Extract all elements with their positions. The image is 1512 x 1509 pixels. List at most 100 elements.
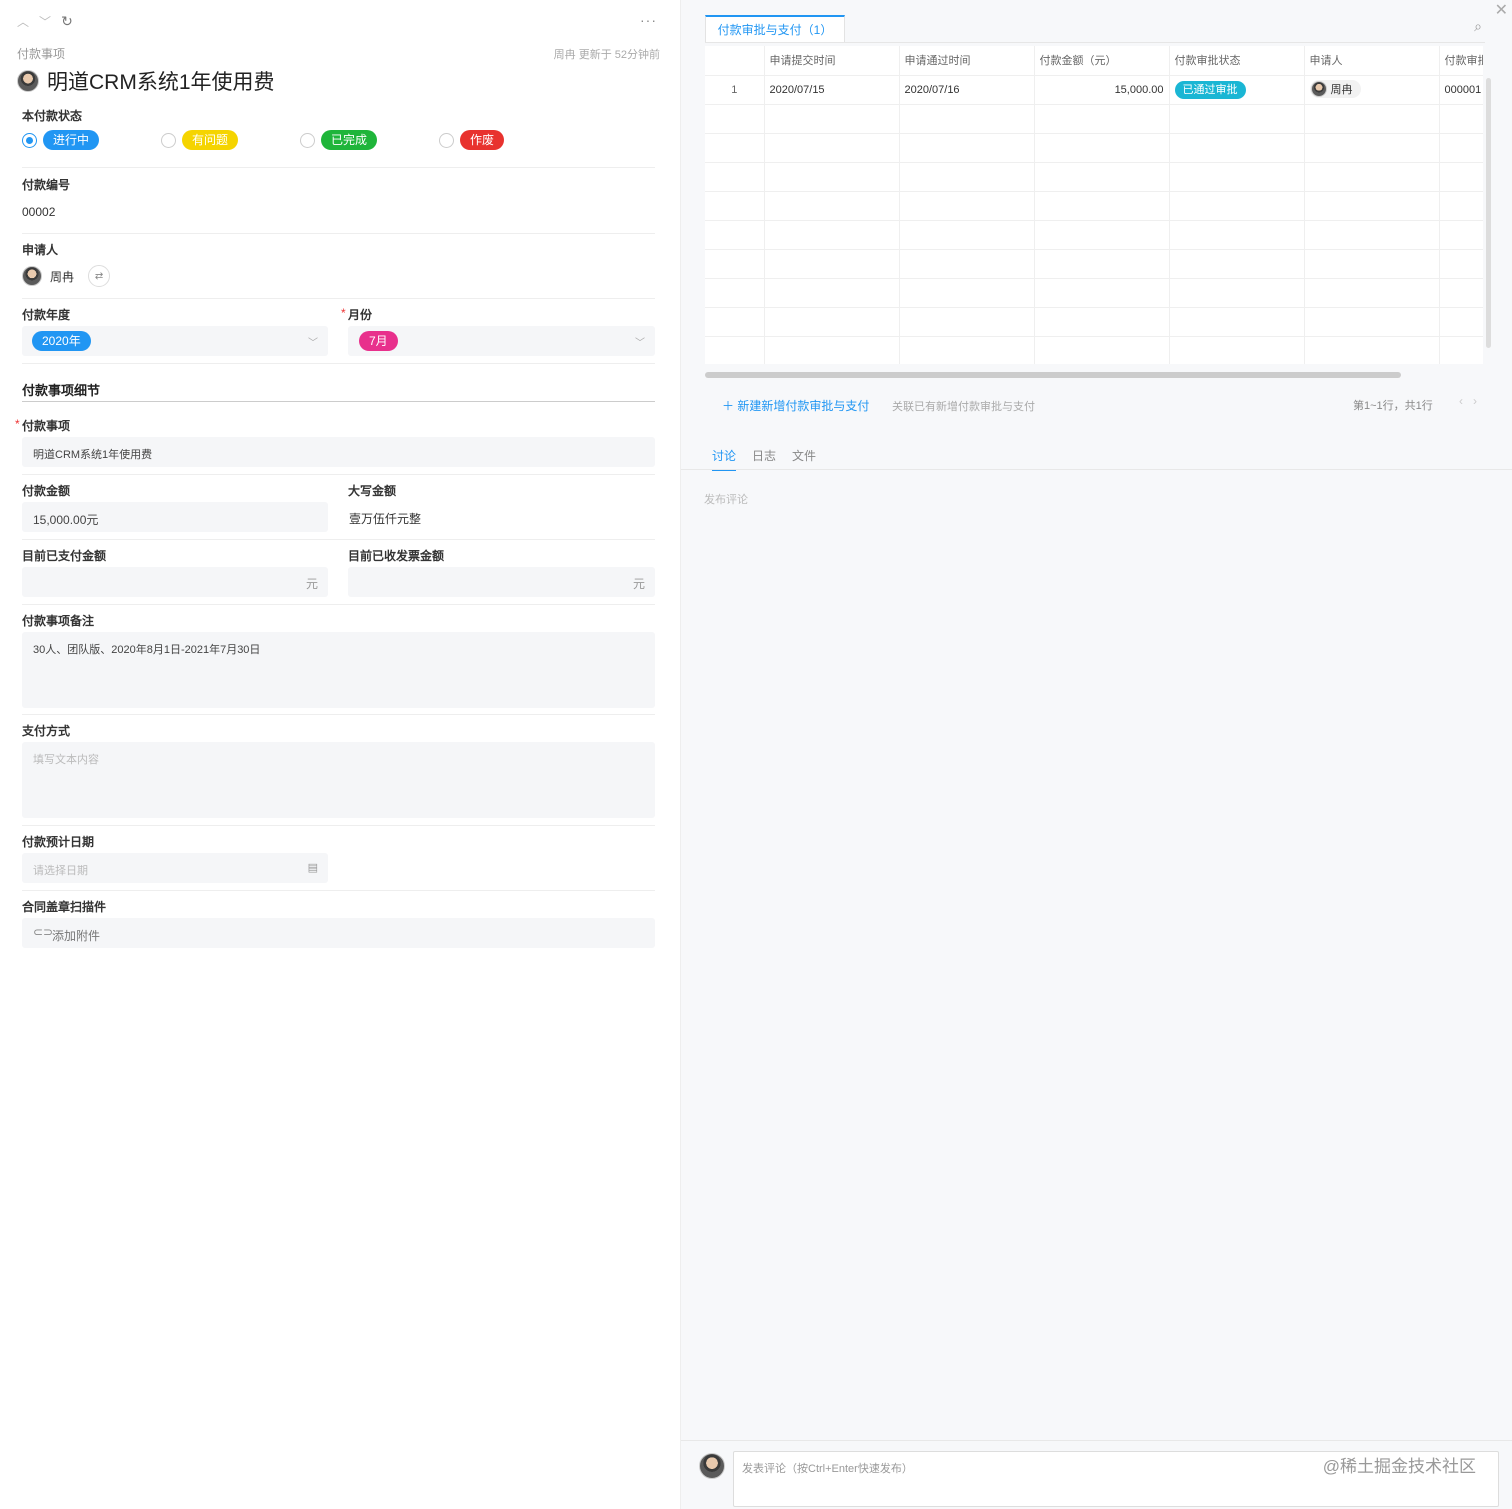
tab-log[interactable]: 日志 <box>752 447 776 471</box>
tab-payment-approval[interactable]: 付款审批与支付（1） <box>705 15 845 42</box>
divider <box>22 298 655 299</box>
pager-arrows: ‹› <box>1459 394 1487 408</box>
item-label: 付款事项 <box>22 417 70 434</box>
remark-label: 付款事项备注 <box>22 614 95 628</box>
chevron-down-icon[interactable]: ﹀ <box>38 12 52 30</box>
link-existing-record[interactable]: 关联已有新增付款审批与支付 <box>892 398 1035 414</box>
empty-row <box>705 249 1483 279</box>
title-row: 明道CRM系统1年使用费 <box>17 66 275 96</box>
applicant-avatar <box>1310 80 1327 97</box>
applicant-name[interactable]: 周冉 <box>50 268 74 285</box>
amount-upper-label: 大写金额 <box>348 484 397 498</box>
row-index: 1 <box>705 75 765 105</box>
cell-amount[interactable]: 15,000.00 <box>1034 75 1170 105</box>
owner-avatar[interactable] <box>17 70 39 92</box>
column-header[interactable]: 付款金额（元） <box>1034 46 1170 76</box>
month-value: 7月 <box>359 331 398 351</box>
cell-submit-time[interactable]: 2020/07/15 <box>764 75 900 105</box>
page-title[interactable]: 明道CRM系统1年使用费 <box>47 66 275 96</box>
horizontal-scrollbar[interactable] <box>705 372 1401 378</box>
chevron-down-icon: ﹀ <box>308 338 318 349</box>
empty-row <box>705 220 1483 250</box>
refresh-icon[interactable]: ↻ <box>60 12 74 30</box>
swap-icon[interactable]: ⇄ <box>88 265 111 287</box>
payment-no-label: 付款编号 <box>22 178 71 192</box>
due-date-picker[interactable]: 请选择日期 ▤ <box>22 853 328 883</box>
table-row[interactable]: 1 2020/07/15 2020/07/16 15,000.00 已通过审批 … <box>705 75 1483 105</box>
column-header[interactable]: 申请人 <box>1304 46 1440 76</box>
paid-label: 目前已支付金额 <box>22 549 107 563</box>
next-page-icon[interactable]: › <box>1473 394 1487 408</box>
amount-input[interactable]: 15,000.00元 <box>22 502 328 532</box>
section-divider <box>22 401 655 402</box>
column-header[interactable]: 申请通过时间 <box>899 46 1035 76</box>
column-header[interactable]: 申请提交时间 <box>764 46 900 76</box>
new-record-label: 新建新增付款审批与支付 <box>737 399 870 413</box>
close-icon[interactable]: ✕ <box>1495 0 1508 20</box>
radio[interactable] <box>439 132 454 148</box>
attachment-field[interactable]: ⊂⊃ 添加附件 <box>22 918 655 948</box>
invoiced-input[interactable]: 元 <box>348 567 655 597</box>
new-record-link[interactable]: ＋ 新建新增付款审批与支付 <box>722 397 869 414</box>
more-options-icon[interactable]: ··· <box>640 12 657 28</box>
empty-row <box>705 307 1483 337</box>
status-option-in-progress[interactable]: 进行中 <box>22 130 100 150</box>
breadcrumb[interactable]: 付款事项 <box>17 45 65 62</box>
cell-pass-time[interactable]: 2020/07/16 <box>899 75 1035 105</box>
status-option-void[interactable]: 作废 <box>439 130 505 150</box>
divider <box>22 167 655 168</box>
pay-method-textarea[interactable]: 填写文本内容 <box>22 742 655 818</box>
status-badge: 已通过审批 <box>1174 80 1246 99</box>
table-header-row: 申请提交时间 申请通过时间 付款金额（元） 付款审批状态 申请人 付款审批 <box>705 46 1483 76</box>
watermark: @稀土掘金技术社区 <box>1322 1457 1476 1476</box>
year-select[interactable]: 2020年 ﹀ <box>22 326 328 356</box>
applicant-name: 周冉 <box>1330 83 1353 96</box>
radio-selected[interactable] <box>22 132 37 148</box>
invoiced-label: 目前已收发票金额 <box>348 549 445 563</box>
item-value: 明道CRM系统1年使用费 <box>33 449 153 461</box>
status-label: 本付款状态 <box>22 109 83 123</box>
radio[interactable] <box>161 132 176 148</box>
status-option-issue[interactable]: 有问题 <box>161 130 239 150</box>
related-panel: 付款审批与支付（1） ⌕ ✕ 申请提交时间 申请通过时间 付款金额（元） 付款审… <box>680 0 1512 1509</box>
pay-method-label: 支付方式 <box>22 724 71 738</box>
chevron-up-icon[interactable]: ︿ <box>16 12 30 30</box>
empty-row <box>705 133 1483 163</box>
paid-input[interactable]: 元 <box>22 567 328 597</box>
month-select[interactable]: 7月 ﹀ <box>348 326 655 356</box>
cell-code[interactable]: 000001 <box>1439 75 1483 105</box>
cell-status[interactable]: 已通过审批 <box>1169 75 1305 105</box>
prev-page-icon[interactable]: ‹ <box>1459 394 1473 408</box>
tab-baseline <box>705 42 1485 43</box>
cell-applicant[interactable]: 周冉 <box>1304 75 1440 105</box>
divider <box>22 604 655 605</box>
search-icon[interactable]: ⌕ <box>1474 18 1482 35</box>
divider <box>22 363 655 364</box>
empty-row <box>705 104 1483 134</box>
year-label: 付款年度 <box>22 308 71 322</box>
tab-files[interactable]: 文件 <box>792 447 816 471</box>
radio[interactable] <box>300 132 315 148</box>
tab-discussion[interactable]: 讨论 <box>712 447 737 471</box>
remark-textarea[interactable]: 30人、团队版、2020年8月1日-2021年7月30日 <box>22 632 655 708</box>
status-pill: 已完成 <box>321 130 378 150</box>
column-header <box>705 46 765 76</box>
item-label-text: 付款事项 <box>22 419 71 433</box>
empty-row <box>705 191 1483 221</box>
add-attachment-button[interactable]: 添加附件 <box>52 927 100 944</box>
column-header[interactable]: 付款审批 <box>1439 46 1483 76</box>
payment-no-value: 00002 <box>22 205 56 219</box>
current-user-avatar <box>699 1453 725 1479</box>
chevron-down-icon: ﹀ <box>635 338 645 349</box>
column-header[interactable]: 付款审批状态 <box>1169 46 1305 76</box>
divider <box>22 714 655 715</box>
comment-placeholder: 发表评论（按Ctrl+Enter快速发布） <box>742 1463 913 1475</box>
status-option-done[interactable]: 已完成 <box>300 130 378 150</box>
applicant-avatar[interactable] <box>22 266 42 286</box>
item-input[interactable]: 明道CRM系统1年使用费 <box>22 437 655 467</box>
related-table: 申请提交时间 申请通过时间 付款金额（元） 付款审批状态 申请人 付款审批 1 … <box>705 46 1483 364</box>
tabs-divider <box>681 469 1512 470</box>
contract-label: 合同盖章扫描件 <box>22 900 107 914</box>
vertical-scrollbar[interactable] <box>1486 78 1491 348</box>
amount-value: 15,000.00元 <box>33 513 99 527</box>
